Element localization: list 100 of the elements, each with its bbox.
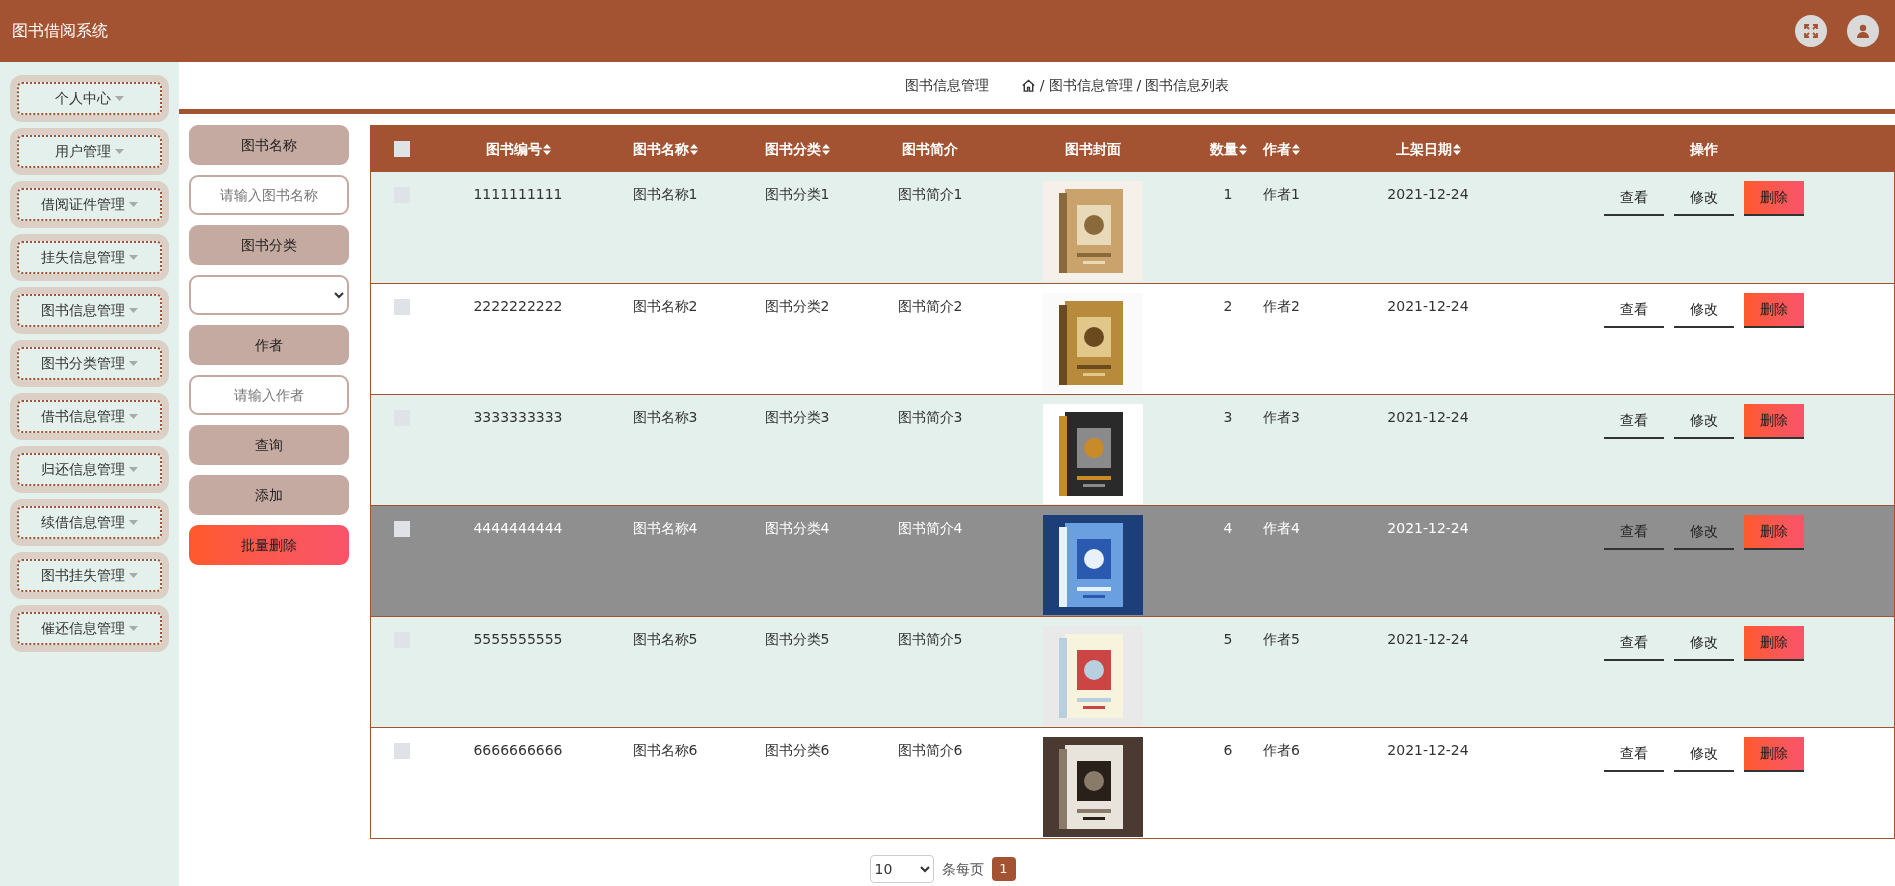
- column-header[interactable]: 作者: [1263, 138, 1291, 160]
- edit-button[interactable]: 修改: [1673, 404, 1734, 439]
- edit-button[interactable]: 修改: [1673, 737, 1734, 772]
- column-header[interactable]: 上架日期: [1395, 138, 1452, 160]
- caret-icon: [129, 520, 138, 525]
- sidebar-item[interactable]: 图书信息管理: [17, 294, 162, 327]
- sidebar-item[interactable]: 图书挂失管理: [17, 559, 162, 592]
- breadcrumb-separator: /: [1136, 76, 1142, 95]
- select-all-checkbox[interactable]: [394, 141, 410, 157]
- table-cell-text: 图书简介2: [897, 297, 963, 316]
- column-header[interactable]: 图书名称: [632, 138, 689, 160]
- table-cell-text: 4: [1223, 519, 1233, 538]
- edit-button[interactable]: 修改: [1673, 626, 1734, 661]
- table-cell-text: 2021-12-24: [1387, 741, 1469, 760]
- input-field[interactable]: 请输入作者: [189, 375, 349, 415]
- caret-icon: [129, 308, 138, 313]
- view-button[interactable]: 查看: [1603, 515, 1664, 550]
- column-header[interactable]: 数量: [1209, 138, 1238, 160]
- table-cell-text: 图书分类4: [764, 519, 830, 538]
- column-header[interactable]: 图书分类: [764, 138, 821, 160]
- table-cell-text: 图书名称2: [632, 297, 698, 316]
- table-cell-text: 6666666666: [473, 741, 563, 760]
- view-button[interactable]: 查看: [1603, 293, 1664, 328]
- table-cell-text: 图书名称6: [632, 741, 698, 760]
- row-checkbox[interactable]: [394, 299, 410, 315]
- delete-button[interactable]: 删除: [1743, 181, 1804, 216]
- table-cell-text: 作者2: [1263, 297, 1300, 316]
- breadcrumb-item: 图书信息列表: [1145, 76, 1230, 95]
- table-cell-text: 4444444444: [473, 519, 563, 538]
- batch-delete-button[interactable]: 批量删除: [189, 525, 349, 565]
- sort-icon[interactable]: [821, 143, 830, 155]
- sort-icon[interactable]: [1452, 143, 1461, 155]
- column-header: 图书简介: [902, 139, 958, 159]
- table-cell-text: 2021-12-24: [1387, 408, 1469, 427]
- table-cell-text: 6: [1223, 741, 1233, 760]
- page-button[interactable]: 1: [991, 857, 1016, 881]
- fullscreen-icon[interactable]: [1795, 15, 1827, 47]
- sidebar-item[interactable]: 用户管理: [17, 135, 162, 168]
- caret-icon: [115, 149, 124, 154]
- column-header: 操作: [1689, 139, 1718, 159]
- delete-button[interactable]: 删除: [1743, 737, 1804, 772]
- page-size-select[interactable]: 10: [869, 855, 934, 883]
- sidebar-item[interactable]: 归还信息管理: [17, 453, 162, 486]
- sort-icon[interactable]: [1292, 143, 1300, 155]
- table-cell-text: 图书名称1: [632, 185, 698, 204]
- table-cell-text: 图书简介4: [897, 519, 963, 538]
- table-cell-text: 作者4: [1263, 519, 1300, 538]
- table-cell-text: 图书名称3: [632, 408, 698, 427]
- home-icon[interactable]: [1020, 78, 1036, 93]
- table-cell-text: 3: [1223, 408, 1233, 427]
- table-cell-text: 图书名称5: [632, 630, 698, 649]
- category-select[interactable]: [189, 275, 349, 315]
- user-icon[interactable]: [1847, 15, 1879, 47]
- delete-button[interactable]: 删除: [1743, 515, 1804, 550]
- caret-icon: [129, 467, 138, 472]
- table-cell-text: 1: [1223, 185, 1233, 204]
- caret-icon: [129, 202, 138, 207]
- edit-button[interactable]: 修改: [1673, 515, 1734, 550]
- row-checkbox[interactable]: [394, 521, 410, 537]
- table-cell-text: 2222222222: [473, 297, 563, 316]
- delete-button[interactable]: 删除: [1743, 293, 1804, 328]
- table-cell-text: 2: [1223, 297, 1233, 316]
- table-cell-text: 作者1: [1263, 185, 1300, 204]
- sidebar-item[interactable]: 续借信息管理: [17, 506, 162, 539]
- caret-icon: [129, 255, 138, 260]
- breadcrumb-item[interactable]: 图书信息管理: [1048, 75, 1133, 96]
- sidebar-item[interactable]: 借阅证件管理: [17, 188, 162, 221]
- table-cell-text: 5555555555: [473, 630, 563, 649]
- filter-button[interactable]: 查询: [189, 425, 349, 465]
- view-button[interactable]: 查看: [1603, 737, 1664, 772]
- edit-button[interactable]: 修改: [1673, 181, 1734, 216]
- sidebar-item[interactable]: 借书信息管理: [17, 400, 162, 433]
- table-cell-text: 图书分类5: [764, 630, 830, 649]
- caret-icon: [129, 626, 138, 631]
- table-cell-text: 作者6: [1263, 741, 1300, 760]
- edit-button[interactable]: 修改: [1673, 293, 1734, 328]
- view-button[interactable]: 查看: [1603, 626, 1664, 661]
- view-button[interactable]: 查看: [1603, 404, 1664, 439]
- view-button[interactable]: 查看: [1603, 181, 1664, 216]
- sidebar-item[interactable]: 挂失信息管理: [17, 241, 162, 274]
- sort-icon[interactable]: [689, 143, 698, 155]
- filter-button[interactable]: 添加: [189, 475, 349, 515]
- table-cell-text: 作者5: [1263, 630, 1300, 649]
- table-cell-text: 图书简介3: [897, 408, 963, 427]
- sidebar-item[interactable]: 催还信息管理: [17, 612, 162, 645]
- column-header[interactable]: 图书编号: [485, 138, 542, 160]
- delete-button[interactable]: 删除: [1743, 404, 1804, 439]
- sidebar-item[interactable]: 个人中心: [17, 82, 162, 115]
- delete-button[interactable]: 删除: [1743, 626, 1804, 661]
- sidebar-item[interactable]: 图书分类管理: [17, 347, 162, 380]
- column-header: 图书封面: [1065, 139, 1121, 159]
- sort-icon[interactable]: [1238, 143, 1247, 155]
- table-cell-text: 2021-12-24: [1387, 297, 1469, 316]
- table-cell-text: 图书分类3: [764, 408, 830, 427]
- caret-icon: [129, 414, 138, 419]
- table-cell-text: 图书分类6: [764, 741, 830, 760]
- app-title: 图书借阅系统: [12, 20, 108, 42]
- row-checkbox[interactable]: [394, 743, 410, 759]
- input-field[interactable]: 请输入图书名称: [189, 175, 349, 215]
- sort-icon[interactable]: [542, 143, 551, 155]
